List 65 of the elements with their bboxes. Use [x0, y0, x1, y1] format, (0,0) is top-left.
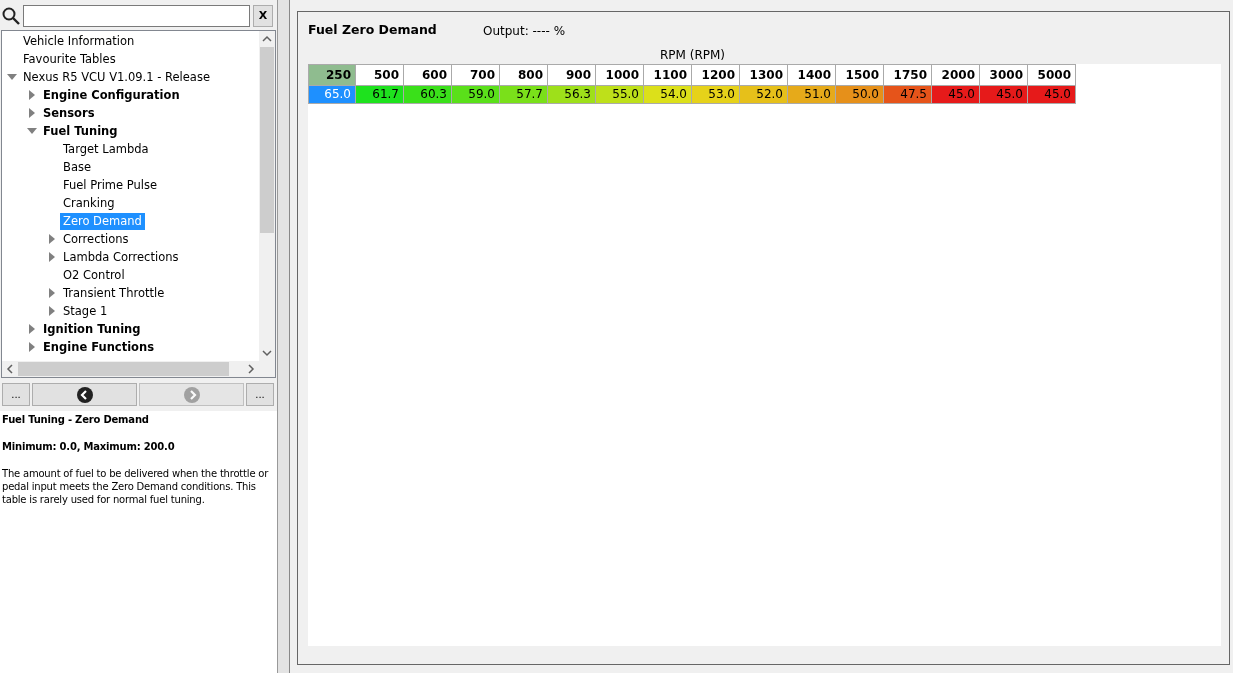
tree-item[interactable]: Target Lambda [60, 140, 152, 158]
rpm-header-cell[interactable]: 1300 [740, 64, 788, 86]
value-cell[interactable]: 45.0 [1028, 86, 1076, 104]
value-cell[interactable]: 45.0 [932, 86, 980, 104]
tree-item[interactable]: Fuel Tuning [40, 122, 121, 140]
more-button[interactable]: ... [2, 383, 30, 406]
panel-splitter[interactable] [278, 0, 290, 673]
value-cell[interactable]: 61.7 [356, 86, 404, 104]
value-cell[interactable]: 60.3 [404, 86, 452, 104]
left-chevron-icon [75, 385, 94, 404]
search-field[interactable] [22, 5, 251, 27]
help-description: The amount of fuel to be delivered when the throttle or pedal input meets the Zero Demand conditions. This table is rarely used for normal fuel tuning. [2, 467, 270, 506]
value-cell[interactable]: 55.0 [596, 86, 644, 104]
value-cell[interactable]: 47.5 [884, 86, 932, 104]
rpm-header-cell[interactable]: 1500 [836, 64, 884, 86]
axis-label: RPM (RPM) [659, 48, 725, 62]
value-cell[interactable]: 54.0 [644, 86, 692, 104]
rpm-header-cell[interactable]: 5000 [1028, 64, 1076, 86]
value-cell[interactable]: 56.3 [548, 86, 596, 104]
tree-item[interactable]: Cranking [60, 194, 118, 212]
rpm-header-cell[interactable]: 1400 [788, 64, 836, 86]
right-chevron-icon [182, 385, 201, 404]
clear-search-button[interactable]: X [253, 5, 273, 27]
rpm-header-cell[interactable]: 1750 [884, 64, 932, 86]
rpm-header-cell[interactable]: 900 [548, 64, 596, 86]
help-title: Fuel Tuning - Zero Demand [2, 413, 150, 426]
table-title: Fuel Zero Demand [308, 21, 438, 40]
rpm-header-cell[interactable]: 2000 [932, 64, 980, 86]
rpm-header-cell[interactable]: 700 [452, 64, 500, 86]
value-cell[interactable]: 59.0 [452, 86, 500, 104]
tree-item[interactable]: Corrections [60, 230, 132, 248]
rpm-header-cell[interactable]: 1000 [596, 64, 644, 86]
rpm-header-cell[interactable]: 1100 [644, 64, 692, 86]
value-cell[interactable]: 52.0 [740, 86, 788, 104]
horizontal-scrollbar[interactable] [2, 361, 275, 377]
vertical-scrollbar[interactable] [259, 31, 275, 361]
tree-item[interactable]: Sensors [40, 104, 98, 122]
search-icon [2, 7, 20, 25]
tree-item[interactable]: Fuel Prime Pulse [60, 176, 161, 194]
rpm-header-cell[interactable]: 600 [404, 64, 452, 86]
rpm-header-cell[interactable]: 1200 [692, 64, 740, 86]
more-button[interactable]: ... [246, 383, 274, 406]
tree-item[interactable]: Stage 1 [60, 302, 111, 320]
tree-item[interactable]: Engine Functions [40, 338, 158, 356]
value-cell[interactable]: 45.0 [980, 86, 1028, 104]
rpm-header-cell[interactable]: 500 [356, 64, 404, 86]
tree-item[interactable]: Base [60, 158, 94, 176]
tree-item[interactable]: Favourite Tables [20, 50, 119, 68]
tree-item[interactable]: Ignition Tuning [40, 320, 144, 338]
rpm-header-cell[interactable]: 3000 [980, 64, 1028, 86]
rpm-header-cell[interactable]: 250 [308, 64, 356, 86]
tree-item[interactable]: Nexus R5 VCU V1.09.1 - Release [20, 68, 213, 86]
value-cell[interactable]: 57.7 [500, 86, 548, 104]
tree-item[interactable]: Transient Throttle [60, 284, 168, 302]
rpm-header-cell[interactable]: 800 [500, 64, 548, 86]
value-cell[interactable]: 51.0 [788, 86, 836, 104]
help-range: Minimum: 0.0, Maximum: 200.0 [2, 440, 176, 453]
tree-item[interactable]: Engine Configuration [40, 86, 183, 104]
value-cell[interactable]: 53.0 [692, 86, 740, 104]
output-reading: Output: ---- % [483, 22, 566, 40]
tree-item[interactable]: O2 Control [60, 266, 128, 284]
tree-item[interactable]: Lambda Corrections [60, 248, 182, 266]
tree-item[interactable]: Vehicle Information [20, 32, 138, 50]
value-cell[interactable]: 50.0 [836, 86, 884, 104]
back-button[interactable] [32, 383, 137, 406]
